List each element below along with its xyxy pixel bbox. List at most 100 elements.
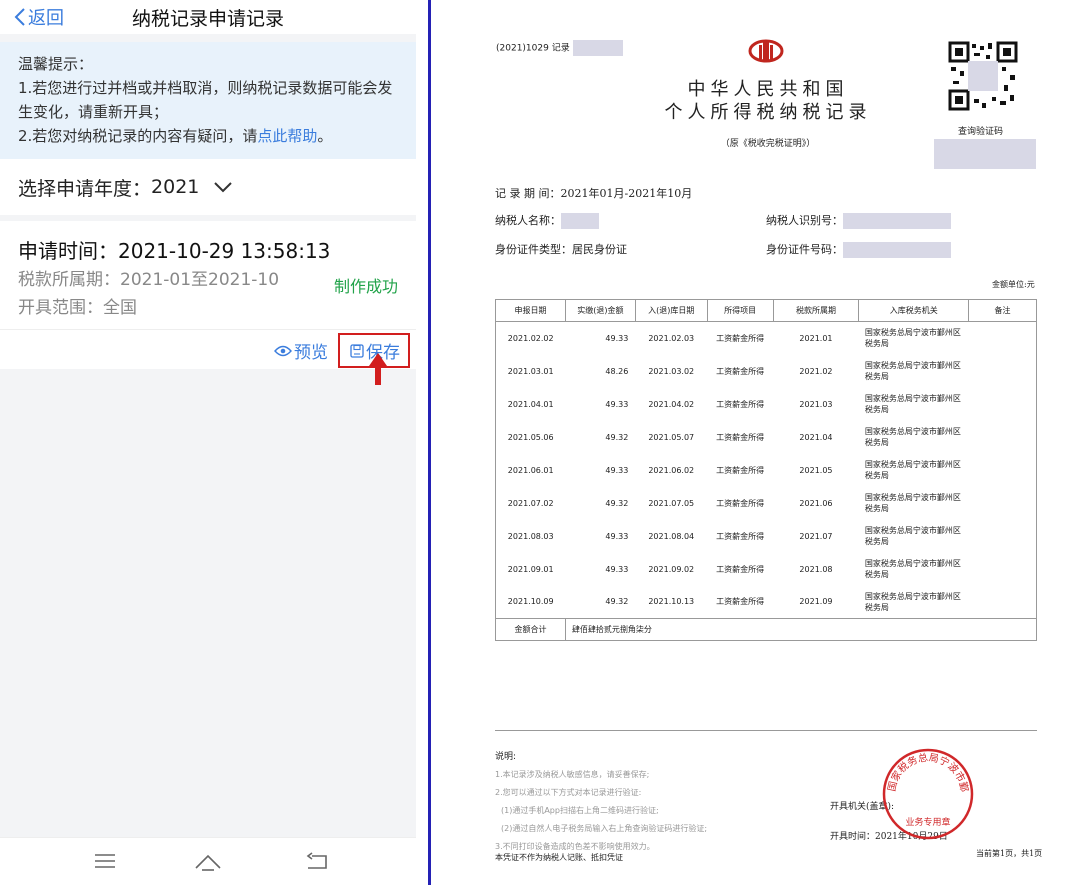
panel-divider (428, 0, 431, 885)
qr-code-icon (948, 41, 1018, 111)
page-info: 当前第1页，共1页 (976, 849, 1043, 858)
table-cell: 国家税务总局宁波市鄞州区税务局 (864, 394, 961, 414)
preview-button[interactable]: 预览 (274, 338, 328, 363)
table-cell: 2021.01 (799, 333, 833, 343)
column-header: 所得项目 (706, 299, 774, 322)
card-divider (0, 329, 416, 330)
red-arrow-up-icon (369, 353, 387, 385)
column-header: 备注 (968, 299, 1037, 322)
mobile-app-panel: 返回 纳税记录申请记录 温馨提示： 1.若您进行过并档或并档取消，则纳税记录数据… (0, 0, 416, 885)
table-cell (969, 454, 1037, 487)
page-title: 纳税记录申请记录 (131, 8, 284, 30)
tip-line-2-prefix: 2.若您对纳税记录的内容有疑问，请 (18, 127, 258, 145)
record-period: 记 录 期 间：2021年01月-2021年10月 (495, 185, 692, 201)
table-cell: 国家税务总局宁波市鄞州区税务局 (864, 427, 961, 447)
table-row: 2021.02.02 49.33 2021.02.03 工资薪金所得 2021.01 国家… (496, 322, 1037, 355)
table-row: 2021.06.01 49.33 2021.06.02 工资薪金所得 2021.05 国家… (496, 454, 1037, 487)
chevron-down-icon (214, 182, 233, 193)
table-cell (969, 520, 1037, 553)
back-nav-icon[interactable] (306, 852, 328, 870)
top-bar: 返回 纳税记录申请记录 (0, 0, 416, 34)
table-cell: 国家税务总局宁波市鄞州区税务局 (864, 361, 961, 381)
note-line: (1)通过手机App扫描右上角二维码进行验证; (501, 806, 659, 815)
screenshot-composite: 返回 纳税记录申请记录 温馨提示： 1.若您进行过并档或并档取消，则纳税记录数据… (0, 0, 1080, 885)
id-type-value: 居民身份证 (572, 243, 627, 256)
table-cell: 2021.03.01 (507, 366, 554, 376)
table-cell: 2021.07.02 (507, 498, 554, 508)
tin-label: 纳税人识别号： (766, 214, 843, 227)
table-cell: 2021.02.03 (648, 333, 695, 343)
table-cell: 2021.02 (799, 366, 833, 376)
tip-line-2-suffix: 。 (317, 127, 333, 145)
redacted-block (843, 213, 951, 229)
table-cell: 49.33 (605, 564, 629, 574)
official-seal: 国家税务总局宁波市鄞州区税务局 业务专用章 (881, 747, 974, 840)
table-cell (969, 586, 1037, 619)
table-row: 2021.03.01 48.26 2021.03.02 工资薪金所得 2021.02 国家… (496, 355, 1037, 388)
table-cell: 工资薪金所得 (716, 366, 765, 376)
redacted-block (572, 40, 623, 56)
notes-section: 说明: 1.本记录涉及纳税人敏感信息，请妥善保存; 2.您可以通过以下方式对本记… (495, 748, 707, 856)
year-selector[interactable]: 选择申请年度： 2021 (0, 159, 416, 215)
system-nav-bar (0, 837, 416, 885)
table-row: 2021.05.06 49.32 2021.05.07 工资薪金所得 2021.04 国家… (496, 421, 1037, 454)
redacted-verification-code (934, 139, 1036, 169)
table-cell: 2021.04.01 (507, 399, 554, 409)
redacted-block (843, 242, 951, 258)
table-cell: 2021.06.01 (507, 465, 554, 475)
status-badge: 制作成功 (333, 277, 398, 296)
redacted-block (561, 213, 599, 229)
tip-line-1: 1.若您进行过并档或并档取消，则纳税记录数据可能会发生变化，请重新开具； (18, 79, 393, 121)
tip-box: 温馨提示： 1.若您进行过并档或并档取消，则纳税记录数据可能会发生变化，请重新开… (0, 42, 416, 159)
table-cell: 49.33 (605, 531, 629, 541)
floppy-disk-icon (350, 343, 364, 358)
home-icon[interactable] (194, 852, 222, 872)
menu-icon[interactable] (94, 852, 116, 870)
table-cell: 工资薪金所得 (716, 465, 765, 475)
table-cell: 2021.07.05 (648, 498, 695, 508)
seal-outer-text: 国家税务总局宁波市鄞州区税务局 (881, 747, 971, 793)
table-cell: 工资薪金所得 (716, 432, 765, 442)
table-row: 2021.10.09 49.32 2021.10.13 工资薪金所得 2021.09 国家… (496, 586, 1037, 619)
table-row: 2021.04.01 49.33 2021.04.02 工资薪金所得 2021.03 国家… (496, 388, 1037, 421)
table-cell: 2021.07 (799, 531, 833, 541)
table-cell: 2021.03.02 (648, 366, 695, 376)
table-cell: 国家税务总局宁波市鄞州区税务局 (864, 559, 961, 579)
footer-divider (495, 730, 1037, 731)
id-type: 身份证件类型：居民身份证 (495, 241, 627, 257)
table-cell: 2021.08.04 (648, 531, 695, 541)
table-row: 2021.09.01 49.33 2021.09.02 工资薪金所得 2021.08 国家… (496, 553, 1037, 586)
help-link[interactable]: 点此帮助 (257, 127, 317, 145)
tip-line-2: 2.若您对纳税记录的内容有疑问，请点此帮助。 (18, 124, 400, 148)
table-cell: 2021.10.13 (648, 597, 695, 607)
table-cell: 2021.04 (799, 432, 833, 442)
table-cell: 工资薪金所得 (716, 399, 765, 409)
table-cell: 48.26 (605, 366, 629, 376)
table-cell: 49.32 (605, 597, 629, 607)
record-card: 申请时间：2021-10-29 13:58:13 税款所属期：2021-01至2… (0, 221, 416, 369)
table-cell: 2021.05.07 (648, 432, 695, 442)
table-cell: 2021.10.09 (507, 597, 554, 607)
column-header: 入库税务机关 (858, 299, 970, 322)
column-header: 税款所属期 (772, 299, 860, 322)
note-line: 2.您可以通过以下方式对本记录进行验证: (495, 788, 642, 797)
table-cell: 工资薪金所得 (716, 498, 765, 508)
table-cell: 49.33 (605, 465, 629, 475)
table-cell: 国家税务总局宁波市鄞州区税务局 (864, 591, 961, 612)
apply-time: 申请时间：2021-10-29 13:58:13 (18, 239, 331, 263)
table-cell (969, 421, 1037, 454)
table-cell: 工资薪金所得 (716, 531, 765, 541)
footer-note: 本凭证不作为纳税人记账、抵扣凭证 (495, 853, 623, 862)
table-cell: 工资薪金所得 (716, 597, 765, 607)
svg-text:国家税务总局宁波市鄞州区税务局: 国家税务总局宁波市鄞州区税务局 (881, 747, 971, 793)
table-cell: 国家税务总局宁波市鄞州区税务局 (864, 526, 961, 546)
preview-label: 预览 (294, 343, 328, 363)
table-cell (969, 322, 1037, 355)
tip-heading: 温馨提示： (18, 55, 94, 73)
table-cell: 49.32 (605, 498, 629, 508)
seal-inner-text: 业务专用章 (905, 816, 950, 828)
total-label: 金额合计 (495, 618, 566, 641)
table-cell (969, 388, 1037, 421)
table-cell: 国家税务总局宁波市鄞州区税务局 (864, 493, 961, 513)
table-cell: 2021.05.06 (507, 432, 554, 442)
